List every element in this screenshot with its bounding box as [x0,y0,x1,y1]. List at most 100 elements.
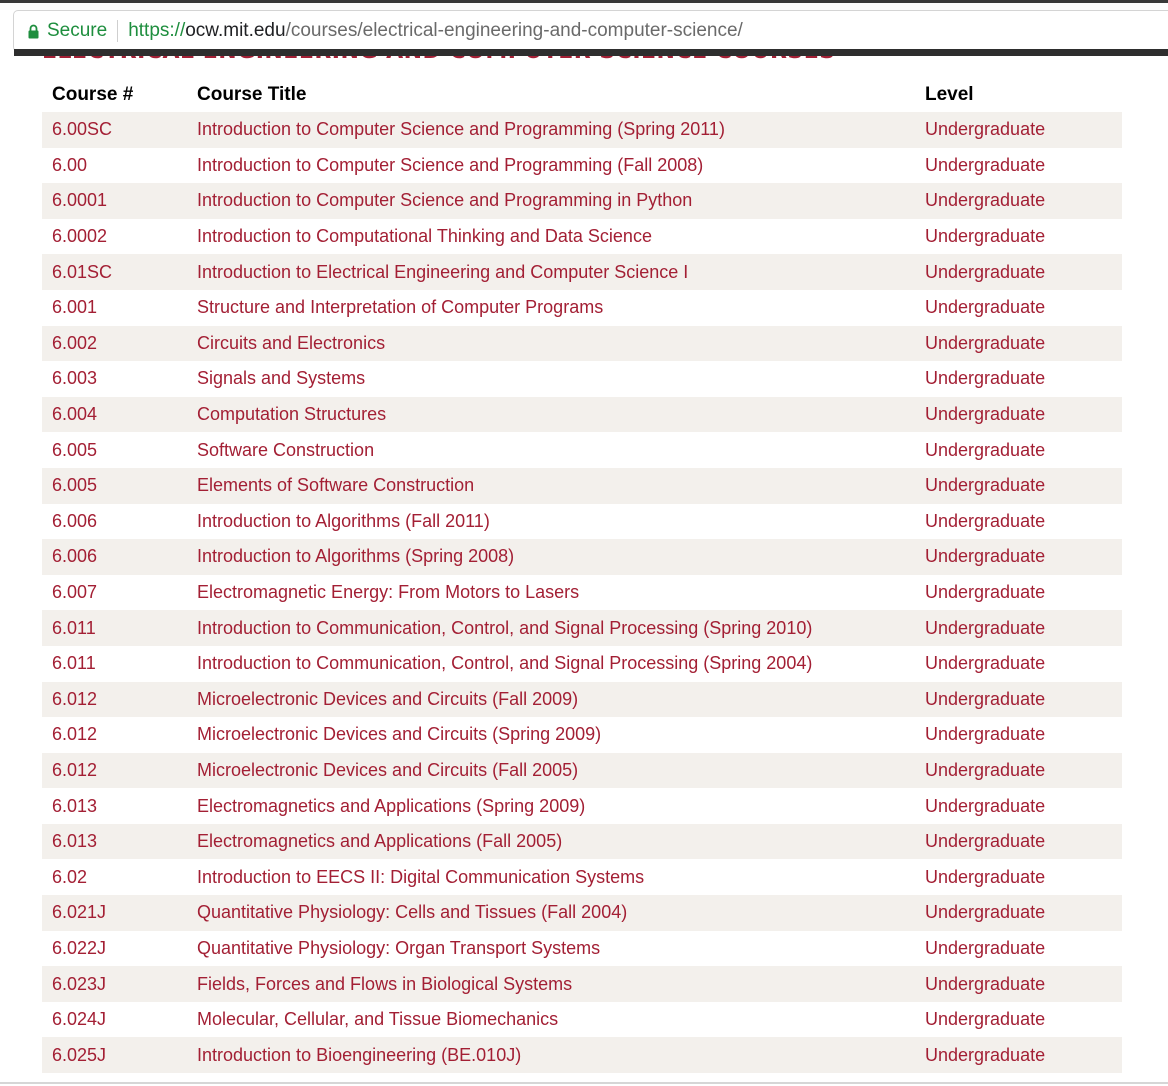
table-cell: Introduction to Bioengineering (BE.010J) [187,1045,915,1066]
course-title-link[interactable]: Introduction to Computational Thinking a… [197,226,652,246]
table-cell: 6.00SC [42,119,187,140]
table-row: 6.012 Microelectronic Devices and Circuit… [42,681,1122,718]
course-level-link[interactable]: Undergraduate [925,511,1045,531]
course-title-link[interactable]: Introduction to Algorithms (Spring 2008) [197,546,514,566]
course-number-link[interactable]: 6.025J [52,1045,106,1065]
url-text[interactable]: https://ocw.mit.edu [128,20,285,42]
course-level-link[interactable]: Undergraduate [925,867,1045,887]
course-level-link[interactable]: Undergraduate [925,902,1045,922]
course-number-link[interactable]: 6.00SC [52,119,112,139]
course-number-link[interactable]: 6.001 [52,297,97,317]
course-level-link[interactable]: Undergraduate [925,226,1045,246]
course-number-link[interactable]: 6.013 [52,831,97,851]
course-number-link[interactable]: 6.007 [52,582,97,602]
course-number-link[interactable]: 6.013 [52,796,97,816]
course-title-link[interactable]: Electromagnetics and Applications (Fall … [197,831,562,851]
course-title-link[interactable]: Elements of Software Construction [197,475,474,495]
course-number-link[interactable]: 6.022J [52,938,106,958]
course-level-link[interactable]: Undergraduate [925,974,1045,994]
course-number-link[interactable]: 6.006 [52,546,97,566]
table-cell: Undergraduate [915,938,1122,959]
course-level-link[interactable]: Undergraduate [925,796,1045,816]
course-number-link[interactable]: 6.021J [52,902,106,922]
course-number-link[interactable]: 6.011 [52,618,96,638]
course-level-link[interactable]: Undergraduate [925,689,1045,709]
course-title-link[interactable]: Introduction to Communication, Control, … [197,653,812,673]
course-title-link[interactable]: Introduction to Computer Science and Pro… [197,119,725,139]
course-title-link[interactable]: Electromagnetics and Applications (Sprin… [197,796,585,816]
course-title-link[interactable]: Signals and Systems [197,368,365,388]
course-level-link[interactable]: Undergraduate [925,368,1045,388]
course-number-link[interactable]: 6.005 [52,475,97,495]
course-title-link[interactable]: Fields, Forces and Flows in Biological S… [197,974,572,994]
course-title-link[interactable]: Introduction to Communication, Control, … [197,618,812,638]
course-level-link[interactable]: Undergraduate [925,333,1045,353]
course-level-link[interactable]: Undergraduate [925,546,1045,566]
course-level-link[interactable]: Undergraduate [925,155,1045,175]
course-number-link[interactable]: 6.002 [52,333,97,353]
course-level-link[interactable]: Undergraduate [925,1009,1045,1029]
course-title-link[interactable]: Computation Structures [197,404,386,424]
course-title-link[interactable]: Quantitative Physiology: Organ Transport… [197,938,600,958]
course-number-link[interactable]: 6.003 [52,368,97,388]
course-level-link[interactable]: Undergraduate [925,475,1045,495]
course-title-link[interactable]: Introduction to Bioengineering (BE.010J) [197,1045,521,1065]
table-cell: Undergraduate [915,724,1122,745]
course-title-link[interactable]: Introduction to Computer Science and Pro… [197,190,692,210]
course-level-link[interactable]: Undergraduate [925,404,1045,424]
course-level-link[interactable]: Undergraduate [925,1045,1045,1065]
course-level-link[interactable]: Undergraduate [925,582,1045,602]
course-level-link[interactable]: Undergraduate [925,938,1045,958]
course-number-link[interactable]: 6.02 [52,867,87,887]
table-cell: Undergraduate [915,1009,1122,1030]
course-number-link[interactable]: 6.01SC [52,262,112,282]
course-level-link[interactable]: Undergraduate [925,297,1045,317]
course-title-link[interactable]: Electromagnetic Energy: From Motors to L… [197,582,579,602]
course-number-link[interactable]: 6.012 [52,689,97,709]
course-title-link[interactable]: Circuits and Electronics [197,333,385,353]
course-title-link[interactable]: Microelectronic Devices and Circuits (Sp… [197,724,601,744]
table-cell: Introduction to Computer Science and Pro… [187,119,915,140]
course-number-link[interactable]: 6.004 [52,404,97,424]
course-level-link[interactable]: Undergraduate [925,653,1045,673]
course-title-link[interactable]: Introduction to EECS II: Digital Communi… [197,867,644,887]
course-title-link[interactable]: Structure and Interpretation of Computer… [197,297,603,317]
course-level-link[interactable]: Undergraduate [925,724,1045,744]
course-level-link[interactable]: Undergraduate [925,831,1045,851]
table-cell: 6.01SC [42,262,187,283]
table-row: 6.002 Circuits and Electronics Undergradua… [42,325,1122,362]
table-cell: Undergraduate [915,155,1122,176]
course-number-link[interactable]: 6.023J [52,974,106,994]
course-title-link[interactable]: Introduction to Computer Science and Pro… [197,155,703,175]
course-number-link[interactable]: 6.012 [52,760,97,780]
course-number-link[interactable]: 6.005 [52,440,97,460]
table-header: Course # Course Title Level [42,78,1122,112]
course-level-link[interactable]: Undergraduate [925,618,1045,638]
course-title-link[interactable]: Introduction to Electrical Engineering a… [197,262,688,282]
course-number-link[interactable]: 6.00 [52,155,87,175]
course-number-link[interactable]: 6.012 [52,724,97,744]
course-level-link[interactable]: Undergraduate [925,440,1045,460]
course-number-link[interactable]: 6.024J [52,1009,106,1029]
course-title-link[interactable]: Microelectronic Devices and Circuits (Fa… [197,689,578,709]
course-number-link[interactable]: 6.006 [52,511,97,531]
course-title-link[interactable]: Introduction to Algorithms (Fall 2011) [197,511,490,531]
course-table: Course # Course Title Level 6.00SC Introd… [42,78,1122,1074]
address-bar[interactable]: Secure https://ocw.mit.edu/courses/elect… [14,11,1168,51]
course-level-link[interactable]: Undergraduate [925,262,1045,282]
course-number-link[interactable]: 6.0002 [52,226,107,246]
course-title-link[interactable]: Software Construction [197,440,374,460]
course-number-link[interactable]: 6.011 [52,653,96,673]
course-title-link[interactable]: Quantitative Physiology: Cells and Tissu… [197,902,627,922]
course-title-link[interactable]: Molecular, Cellular, and Tissue Biomecha… [197,1009,558,1029]
course-level-link[interactable]: Undergraduate [925,119,1045,139]
course-level-link[interactable]: Undergraduate [925,760,1045,780]
table-cell: Undergraduate [915,368,1122,389]
course-title-link[interactable]: Microelectronic Devices and Circuits (Fa… [197,760,578,780]
course-level-link[interactable]: Undergraduate [925,190,1045,210]
course-number-link[interactable]: 6.0001 [52,190,107,210]
url-scheme: https:// [128,20,186,41]
table-row: 6.00SC Introduction to Computer Science a… [42,112,1122,148]
table-cell: Undergraduate [915,902,1122,923]
table-row: 6.022J Quantitative Physiology: Organ Tra… [42,931,1122,967]
